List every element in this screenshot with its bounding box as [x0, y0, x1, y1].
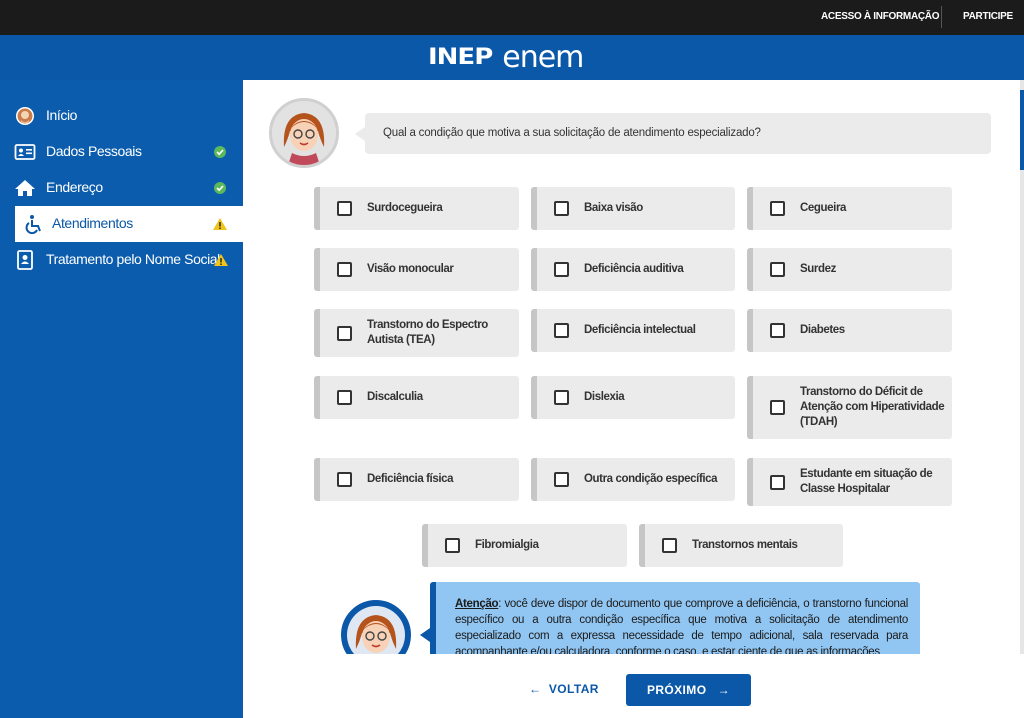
sidebar: Início Dados Pessoais Endereço Atendimen…	[0, 80, 243, 718]
option-label: Surdocegueira	[367, 202, 443, 214]
checkbox[interactable]	[337, 325, 352, 341]
question-text: Qual a condição que motiva a sua solicit…	[383, 127, 761, 139]
option-tdah[interactable]: Transtorno do Déficit de Atenção com Hip…	[747, 376, 952, 439]
option-diabetes[interactable]: Diabetes	[747, 309, 952, 352]
option-label: Baixa visão	[584, 202, 643, 214]
checkbox[interactable]	[445, 538, 460, 553]
option-label: Discalculia	[367, 391, 423, 403]
option-transtornos-mentais[interactable]: Transtornos mentais	[639, 524, 843, 567]
option-label: Transtornos mentais	[692, 539, 798, 551]
next-button[interactable]: PRÓXIMO →	[626, 674, 751, 706]
checkbox[interactable]	[662, 538, 677, 553]
checkbox[interactable]	[554, 472, 569, 487]
option-label: Deficiência física	[367, 473, 454, 485]
next-button-label: PRÓXIMO	[646, 683, 707, 697]
option-label: Diabetes	[800, 324, 845, 336]
attention-body: : você deve dispor de documento que comp…	[455, 598, 908, 654]
gov-topbar: ACESSO À INFORMAÇÃO PARTICIPE	[0, 0, 1024, 35]
assistant-avatar	[269, 98, 339, 168]
check-circle-icon	[214, 146, 226, 158]
option-label: Surdez	[800, 263, 836, 275]
checkbox[interactable]	[337, 201, 352, 216]
option-label: Outra condição específica	[584, 473, 718, 485]
option-cegueira[interactable]: Cegueira	[747, 187, 952, 230]
option-discalculia[interactable]: Discalculia	[314, 376, 519, 419]
option-baixa-visao[interactable]: Baixa visão	[531, 187, 735, 230]
option-deficiencia-auditiva[interactable]: Deficiência auditiva	[531, 248, 735, 291]
topbar-divider	[941, 6, 942, 28]
check-circle-icon	[214, 182, 226, 194]
warning-icon	[214, 254, 228, 266]
checkbox[interactable]	[554, 262, 569, 277]
assistant-face-icon	[344, 603, 408, 654]
sidebar-item-atendimentos[interactable]: Atendimentos	[15, 206, 243, 242]
option-label: Deficiência intelectual	[584, 324, 696, 336]
option-tea[interactable]: Transtorno do Espectro Autista (TEA)	[314, 309, 519, 357]
option-dislexia[interactable]: Dislexia	[531, 376, 735, 419]
access-info-link[interactable]: ACESSO À INFORMAÇÃO	[821, 11, 940, 22]
option-visao-monocular[interactable]: Visão monocular	[314, 248, 519, 291]
option-label: Transtorno do Déficit de Atenção com Hip…	[800, 386, 945, 428]
sidebar-item-dados-pessoais[interactable]: Dados Pessoais	[0, 134, 243, 170]
back-button-label: VOLTAR	[548, 682, 599, 696]
participe-link[interactable]: PARTICIPE	[963, 11, 1013, 22]
option-label: Transtorno do Espectro Autista (TEA)	[367, 319, 488, 346]
checkbox[interactable]	[554, 390, 569, 405]
sidebar-item-label: Atendimentos	[52, 215, 133, 231]
scrollbar-thumb[interactable]	[1020, 90, 1024, 170]
checkbox[interactable]	[554, 323, 569, 338]
badge-icon	[17, 250, 33, 270]
checkbox[interactable]	[554, 201, 569, 216]
enem-logo-text: enem	[502, 39, 584, 75]
option-outra-condicao[interactable]: Outra condição específica	[531, 458, 735, 501]
footer-actions: ← VOLTAR PRÓXIMO →	[243, 654, 1024, 718]
arrow-right-icon: →	[706, 683, 731, 697]
option-deficiencia-intelectual[interactable]: Deficiência intelectual	[531, 309, 735, 352]
warning-icon	[213, 218, 227, 230]
sidebar-item-label: Dados Pessoais	[46, 143, 142, 159]
attention-label: Atenção	[455, 598, 499, 610]
checkbox[interactable]	[337, 472, 352, 487]
question-bubble: Qual a condição que motiva a sua solicit…	[355, 113, 991, 154]
sidebar-item-nome-social[interactable]: Tratamento pelo Nome Social	[0, 242, 243, 278]
sidebar-item-label: Endereço	[46, 179, 103, 195]
checkbox[interactable]	[337, 262, 352, 277]
back-button[interactable]: ← VOLTAR	[529, 682, 599, 696]
sidebar-item-label: Tratamento pelo Nome Social	[46, 251, 220, 267]
option-classe-hospitalar[interactable]: Estudante em situação de Classe Hospital…	[747, 458, 952, 506]
avatar-icon	[16, 107, 34, 125]
checkbox[interactable]	[770, 201, 785, 216]
header: INEP enem	[0, 35, 1024, 80]
assistant-avatar-attention	[341, 600, 411, 654]
sidebar-item-endereco[interactable]: Endereço	[0, 170, 243, 206]
option-label: Fibromialgia	[475, 539, 539, 551]
checkbox[interactable]	[337, 390, 352, 405]
option-label: Estudante em situação de Classe Hospital…	[800, 468, 933, 495]
option-surdez[interactable]: Surdez	[747, 248, 952, 291]
attention-text: Atenção: você deve dispor de documento q…	[455, 596, 908, 654]
main-content: Qual a condição que motiva a sua solicit…	[243, 80, 1020, 654]
sidebar-item-inicio[interactable]: Início	[0, 98, 243, 134]
sidebar-item-label: Início	[46, 107, 78, 123]
option-fibromialgia[interactable]: Fibromialgia	[422, 524, 627, 567]
option-label: Deficiência auditiva	[584, 263, 684, 275]
option-deficiencia-fisica[interactable]: Deficiência física	[314, 458, 519, 501]
main-scrollbar[interactable]	[1020, 80, 1024, 654]
checkbox[interactable]	[770, 323, 785, 338]
attention-notice: Atenção: você deve dispor de documento q…	[420, 582, 920, 654]
inep-logo-text: INEP	[428, 44, 493, 70]
wheelchair-icon	[25, 215, 41, 234]
inep-enem-logo[interactable]: INEP enem	[428, 39, 584, 75]
checkbox[interactable]	[770, 262, 785, 277]
assistant-face-icon	[272, 101, 336, 165]
checkbox[interactable]	[770, 474, 785, 490]
option-label: Cegueira	[800, 202, 847, 214]
checkbox[interactable]	[770, 400, 785, 415]
id-card-icon	[14, 144, 36, 160]
option-label: Dislexia	[584, 391, 625, 403]
option-label: Visão monocular	[367, 263, 454, 275]
home-icon	[15, 180, 35, 196]
option-surdocegueira[interactable]: Surdocegueira	[314, 187, 519, 230]
arrow-left-icon: ←	[529, 682, 549, 696]
